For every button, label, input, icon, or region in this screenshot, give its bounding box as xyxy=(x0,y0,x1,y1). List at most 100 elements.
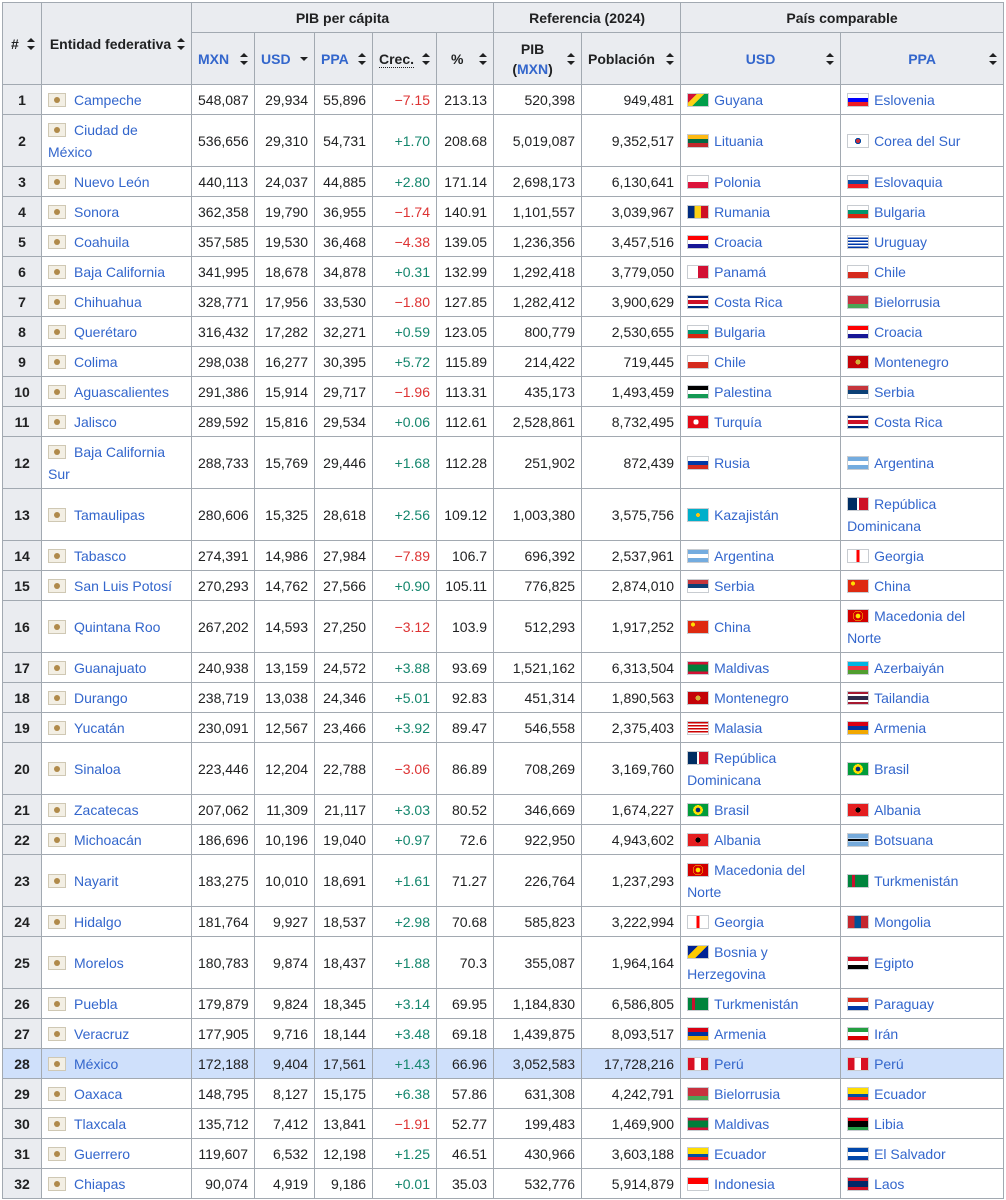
country-link[interactable]: Laos xyxy=(874,1176,904,1192)
entity-link[interactable]: Coahuila xyxy=(74,234,129,250)
country-link[interactable]: Albania xyxy=(874,802,921,818)
country-link[interactable]: Montenegro xyxy=(714,690,789,706)
country-link[interactable]: Perú xyxy=(714,1056,744,1072)
country-link[interactable]: Lituania xyxy=(714,133,763,149)
country-link[interactable]: Ecuador xyxy=(874,1086,926,1102)
entity-link[interactable]: Guanajuato xyxy=(74,660,146,676)
sort-icon[interactable] xyxy=(358,52,366,65)
country-link[interactable]: Guyana xyxy=(714,92,763,108)
sort-icon[interactable] xyxy=(479,52,488,65)
country-link[interactable]: Tailandia xyxy=(874,690,929,706)
usd-link[interactable]: USD xyxy=(261,51,291,67)
sort-icon[interactable] xyxy=(240,52,248,65)
entity-link[interactable]: Quintana Roo xyxy=(74,619,160,635)
entity-link[interactable]: Yucatán xyxy=(74,720,125,736)
country-link[interactable]: China xyxy=(714,619,751,635)
country-link[interactable]: Eslovenia xyxy=(874,92,935,108)
country-link[interactable]: Brasil xyxy=(874,761,909,777)
country-link[interactable]: El Salvador xyxy=(874,1146,946,1162)
country-link[interactable]: Bielorrusia xyxy=(714,1086,780,1102)
country-link[interactable]: Montenegro xyxy=(874,354,949,370)
entity-link[interactable]: Oaxaca xyxy=(74,1086,122,1102)
col-header-mxn[interactable]: MXN xyxy=(191,32,255,85)
country-link[interactable]: Bulgaria xyxy=(714,324,765,340)
entity-link[interactable]: Hidalgo xyxy=(74,914,121,930)
country-link[interactable]: Azerbaiyán xyxy=(874,660,944,676)
country-link[interactable]: Paraguay xyxy=(874,996,934,1012)
country-link[interactable]: Serbia xyxy=(714,578,754,594)
entity-link[interactable]: Baja California xyxy=(74,264,165,280)
country-link[interactable]: Bielorrusia xyxy=(874,294,940,310)
country-link[interactable]: Rusia xyxy=(714,455,750,471)
sort-icon[interactable] xyxy=(567,52,576,65)
entity-link[interactable]: Zacatecas xyxy=(74,802,139,818)
pib-mxn-link[interactable]: MXN xyxy=(517,61,548,77)
country-link[interactable]: Eslovaquia xyxy=(874,174,943,190)
country-link[interactable]: Costa Rica xyxy=(874,414,942,430)
country-link[interactable]: Rumania xyxy=(714,204,770,220)
country-link[interactable]: Panamá xyxy=(714,264,766,280)
entity-link[interactable]: Puebla xyxy=(74,996,118,1012)
country-link[interactable]: Chile xyxy=(714,354,746,370)
entity-link[interactable]: Tamaulipas xyxy=(74,507,145,523)
col-header-comparable-usd[interactable]: USD xyxy=(680,32,842,85)
country-link[interactable]: Mongolia xyxy=(874,914,931,930)
country-link[interactable]: Georgia xyxy=(874,548,924,564)
entity-link[interactable]: Tabasco xyxy=(74,548,126,564)
mxn-link[interactable]: MXN xyxy=(198,51,229,67)
col-header-percent[interactable]: % xyxy=(435,32,495,85)
entity-link[interactable]: Campeche xyxy=(74,92,142,108)
country-link[interactable]: Ecuador xyxy=(714,1146,766,1162)
country-link[interactable]: Croacia xyxy=(714,234,762,250)
country-link[interactable]: Turquía xyxy=(714,414,762,430)
col-header-population[interactable]: Población xyxy=(581,32,682,85)
entity-link[interactable]: Chihuahua xyxy=(74,294,142,310)
col-header-rank[interactable]: # xyxy=(2,2,42,85)
col-header-comparable-ppa[interactable]: PPA xyxy=(840,32,1005,85)
country-link[interactable]: Turkmenistán xyxy=(714,996,798,1012)
country-link[interactable]: Argentina xyxy=(874,455,934,471)
col-header-ppa[interactable]: PPA xyxy=(314,32,373,85)
entity-link[interactable]: Nuevo León xyxy=(74,174,150,190)
col-header-growth[interactable]: Crec. xyxy=(372,32,437,85)
col-header-pib[interactable]: PIB (MXN) xyxy=(493,32,583,85)
col-header-entity[interactable]: Entidad federativa xyxy=(41,2,192,85)
entity-link[interactable]: Jalisco xyxy=(74,414,117,430)
country-link[interactable]: Georgia xyxy=(714,914,764,930)
entity-link[interactable]: Durango xyxy=(74,690,128,706)
entity-link[interactable]: Guerrero xyxy=(74,1146,130,1162)
entity-link[interactable]: San Luis Potosí xyxy=(74,578,172,594)
entity-link[interactable]: Sinaloa xyxy=(74,761,121,777)
country-link[interactable]: Maldivas xyxy=(714,1116,769,1132)
country-link[interactable]: Palestina xyxy=(714,384,772,400)
entity-link[interactable]: Querétaro xyxy=(74,324,137,340)
comparable-ppa-link[interactable]: PPA xyxy=(908,51,936,67)
country-link[interactable]: Malasia xyxy=(714,720,762,736)
sort-icon[interactable] xyxy=(27,37,35,50)
entity-link[interactable]: Michoacán xyxy=(74,832,142,848)
entity-link[interactable]: México xyxy=(74,1056,118,1072)
country-link[interactable]: Croacia xyxy=(874,324,922,340)
sort-icon[interactable] xyxy=(826,52,835,65)
country-link[interactable]: Bulgaria xyxy=(874,204,925,220)
country-link[interactable]: Libia xyxy=(874,1116,904,1132)
comparable-usd-link[interactable]: USD xyxy=(746,51,776,67)
country-link[interactable]: Albania xyxy=(714,832,761,848)
country-link[interactable]: Corea del Sur xyxy=(874,133,960,149)
country-link[interactable]: Polonia xyxy=(714,174,761,190)
entity-link[interactable]: Aguascalientes xyxy=(74,384,169,400)
country-link[interactable]: China xyxy=(874,578,911,594)
country-link[interactable]: Botsuana xyxy=(874,832,933,848)
sort-desc-icon[interactable] xyxy=(300,53,308,65)
country-link[interactable]: Uruguay xyxy=(874,234,927,250)
entity-link[interactable]: Tlaxcala xyxy=(74,1116,126,1132)
sort-icon[interactable] xyxy=(989,52,998,65)
sort-icon[interactable] xyxy=(177,37,185,50)
sort-icon[interactable] xyxy=(666,52,675,65)
country-link[interactable]: Perú xyxy=(874,1056,904,1072)
country-link[interactable]: Chile xyxy=(874,264,906,280)
country-link[interactable]: Kazajistán xyxy=(714,507,779,523)
country-link[interactable]: Brasil xyxy=(714,802,749,818)
country-link[interactable]: Turkmenistán xyxy=(874,873,958,889)
country-link[interactable]: Costa Rica xyxy=(714,294,782,310)
